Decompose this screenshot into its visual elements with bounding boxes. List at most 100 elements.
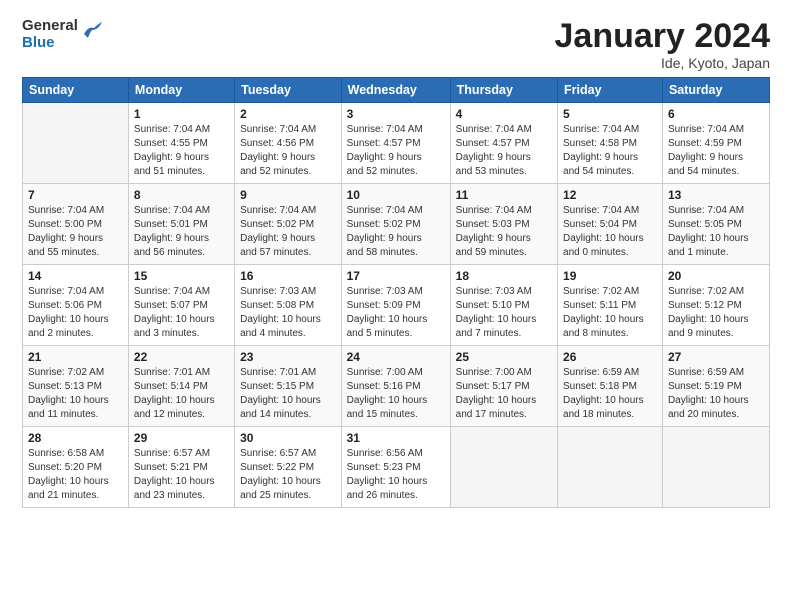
day-number: 8 (134, 188, 229, 202)
day-info: Sunrise: 7:03 AM Sunset: 5:09 PM Dayligh… (347, 285, 445, 341)
day-info: Sunrise: 7:02 AM Sunset: 5:13 PM Dayligh… (28, 366, 123, 422)
day-number: 21 (28, 350, 123, 364)
day-info: Sunrise: 7:04 AM Sunset: 5:00 PM Dayligh… (28, 204, 123, 260)
calendar-week-row: 1Sunrise: 7:04 AM Sunset: 4:55 PM Daylig… (23, 103, 770, 184)
day-info: Sunrise: 7:04 AM Sunset: 4:57 PM Dayligh… (456, 123, 552, 179)
calendar-cell (450, 427, 557, 508)
day-info: Sunrise: 7:04 AM Sunset: 5:02 PM Dayligh… (347, 204, 445, 260)
day-number: 9 (240, 188, 336, 202)
day-number: 16 (240, 269, 336, 283)
weekday-header-wednesday: Wednesday (341, 78, 450, 103)
calendar-cell: 20 Sunrise: 7:02 AM Sunset: 5:12 PM Dayli… (662, 265, 769, 346)
day-info: Sunrise: 7:04 AM Sunset: 5:05 PM Dayligh… (668, 204, 764, 260)
page: General Blue January 2024 Ide, Kyoto, Ja… (0, 0, 792, 612)
day-info: Sunrise: 6:59 AM Sunset: 5:19 PM Dayligh… (668, 366, 764, 422)
day-info: Sunrise: 7:04 AM Sunset: 4:57 PM Dayligh… (347, 123, 445, 179)
day-number: 12 (563, 188, 657, 202)
calendar-cell: 10 Sunrise: 7:04 AM Sunset: 5:02 PM Dayli… (341, 184, 450, 265)
calendar-cell: 26Sunrise: 6:59 AM Sunset: 5:18 PM Dayli… (558, 346, 663, 427)
calendar-cell: 23 Sunrise: 7:01 AM Sunset: 5:15 PM Dayli… (235, 346, 342, 427)
day-number: 7 (28, 188, 123, 202)
calendar-cell: 4Sunrise: 7:04 AM Sunset: 4:57 PM Daylig… (450, 103, 557, 184)
calendar-cell: 27 Sunrise: 6:59 AM Sunset: 5:19 PM Dayli… (662, 346, 769, 427)
calendar-table: SundayMondayTuesdayWednesdayThursdayFrid… (22, 77, 770, 508)
day-info: Sunrise: 7:04 AM Sunset: 5:02 PM Dayligh… (240, 204, 336, 260)
day-info: Sunrise: 7:04 AM Sunset: 5:01 PM Dayligh… (134, 204, 229, 260)
calendar-cell: 6 Sunrise: 7:04 AM Sunset: 4:59 PM Daylig… (662, 103, 769, 184)
day-info: Sunrise: 6:58 AM Sunset: 5:20 PM Dayligh… (28, 447, 123, 503)
day-info: Sunrise: 7:04 AM Sunset: 5:06 PM Dayligh… (28, 285, 123, 341)
day-info: Sunrise: 6:57 AM Sunset: 5:21 PM Dayligh… (134, 447, 229, 503)
day-number: 17 (347, 269, 445, 283)
logo-bird-icon (80, 20, 102, 42)
calendar-cell (23, 103, 129, 184)
day-number: 11 (456, 188, 552, 202)
calendar-cell: 24 Sunrise: 7:00 AM Sunset: 5:16 PM Dayli… (341, 346, 450, 427)
day-number: 3 (347, 107, 445, 121)
calendar-cell: 31 Sunrise: 6:56 AM Sunset: 5:23 PM Dayli… (341, 427, 450, 508)
calendar-cell: 9 Sunrise: 7:04 AM Sunset: 5:02 PM Daylig… (235, 184, 342, 265)
day-info: Sunrise: 7:04 AM Sunset: 4:59 PM Dayligh… (668, 123, 764, 179)
logo-general: General (22, 18, 78, 35)
day-number: 14 (28, 269, 123, 283)
day-info: Sunrise: 7:04 AM Sunset: 4:56 PM Dayligh… (240, 123, 336, 179)
day-info: Sunrise: 7:02 AM Sunset: 5:11 PM Dayligh… (563, 285, 657, 341)
calendar-cell: 16 Sunrise: 7:03 AM Sunset: 5:08 PM Dayli… (235, 265, 342, 346)
calendar-cell: 3 Sunrise: 7:04 AM Sunset: 4:57 PM Daylig… (341, 103, 450, 184)
logo-blue: Blue (22, 35, 78, 52)
day-number: 22 (134, 350, 229, 364)
title-block: January 2024 Ide, Kyoto, Japan (555, 18, 771, 71)
calendar-week-row: 7 Sunrise: 7:04 AM Sunset: 5:00 PM Daylig… (23, 184, 770, 265)
day-number: 24 (347, 350, 445, 364)
day-info: Sunrise: 7:01 AM Sunset: 5:14 PM Dayligh… (134, 366, 229, 422)
calendar-cell: 25Sunrise: 7:00 AM Sunset: 5:17 PM Dayli… (450, 346, 557, 427)
day-info: Sunrise: 7:04 AM Sunset: 4:55 PM Dayligh… (134, 123, 229, 179)
calendar-cell: 1Sunrise: 7:04 AM Sunset: 4:55 PM Daylig… (128, 103, 234, 184)
calendar-cell: 29Sunrise: 6:57 AM Sunset: 5:21 PM Dayli… (128, 427, 234, 508)
weekday-header-tuesday: Tuesday (235, 78, 342, 103)
day-number: 23 (240, 350, 336, 364)
weekday-header-sunday: Sunday (23, 78, 129, 103)
day-number: 6 (668, 107, 764, 121)
weekday-header-friday: Friday (558, 78, 663, 103)
day-info: Sunrise: 7:00 AM Sunset: 5:16 PM Dayligh… (347, 366, 445, 422)
calendar-cell: 15 Sunrise: 7:04 AM Sunset: 5:07 PM Dayli… (128, 265, 234, 346)
weekday-header-row: SundayMondayTuesdayWednesdayThursdayFrid… (23, 78, 770, 103)
day-info: Sunrise: 7:04 AM Sunset: 5:07 PM Dayligh… (134, 285, 229, 341)
calendar-cell: 14 Sunrise: 7:04 AM Sunset: 5:06 PM Dayli… (23, 265, 129, 346)
day-number: 18 (456, 269, 552, 283)
calendar-cell (662, 427, 769, 508)
day-info: Sunrise: 6:57 AM Sunset: 5:22 PM Dayligh… (240, 447, 336, 503)
weekday-header-monday: Monday (128, 78, 234, 103)
day-info: Sunrise: 7:04 AM Sunset: 5:04 PM Dayligh… (563, 204, 657, 260)
day-number: 13 (668, 188, 764, 202)
calendar-cell: 7 Sunrise: 7:04 AM Sunset: 5:00 PM Daylig… (23, 184, 129, 265)
header: General Blue January 2024 Ide, Kyoto, Ja… (22, 18, 770, 71)
weekday-header-thursday: Thursday (450, 78, 557, 103)
day-number: 10 (347, 188, 445, 202)
day-info: Sunrise: 6:56 AM Sunset: 5:23 PM Dayligh… (347, 447, 445, 503)
calendar-week-row: 21 Sunrise: 7:02 AM Sunset: 5:13 PM Dayli… (23, 346, 770, 427)
day-info: Sunrise: 7:02 AM Sunset: 5:12 PM Dayligh… (668, 285, 764, 341)
calendar-cell: 19Sunrise: 7:02 AM Sunset: 5:11 PM Dayli… (558, 265, 663, 346)
day-number: 5 (563, 107, 657, 121)
subtitle: Ide, Kyoto, Japan (555, 55, 771, 71)
calendar-cell: 22 Sunrise: 7:01 AM Sunset: 5:14 PM Dayli… (128, 346, 234, 427)
day-number: 15 (134, 269, 229, 283)
calendar-cell: 11Sunrise: 7:04 AM Sunset: 5:03 PM Dayli… (450, 184, 557, 265)
day-info: Sunrise: 7:03 AM Sunset: 5:08 PM Dayligh… (240, 285, 336, 341)
calendar-cell: 21 Sunrise: 7:02 AM Sunset: 5:13 PM Dayli… (23, 346, 129, 427)
calendar-cell: 8 Sunrise: 7:04 AM Sunset: 5:01 PM Daylig… (128, 184, 234, 265)
day-number: 27 (668, 350, 764, 364)
day-info: Sunrise: 7:03 AM Sunset: 5:10 PM Dayligh… (456, 285, 552, 341)
calendar-week-row: 14 Sunrise: 7:04 AM Sunset: 5:06 PM Dayli… (23, 265, 770, 346)
day-number: 20 (668, 269, 764, 283)
day-info: Sunrise: 7:00 AM Sunset: 5:17 PM Dayligh… (456, 366, 552, 422)
day-number: 28 (28, 431, 123, 445)
day-info: Sunrise: 7:01 AM Sunset: 5:15 PM Dayligh… (240, 366, 336, 422)
calendar-cell: 5Sunrise: 7:04 AM Sunset: 4:58 PM Daylig… (558, 103, 663, 184)
logo: General Blue (22, 18, 102, 51)
calendar-cell: 13 Sunrise: 7:04 AM Sunset: 5:05 PM Dayli… (662, 184, 769, 265)
day-number: 31 (347, 431, 445, 445)
day-info: Sunrise: 6:59 AM Sunset: 5:18 PM Dayligh… (563, 366, 657, 422)
